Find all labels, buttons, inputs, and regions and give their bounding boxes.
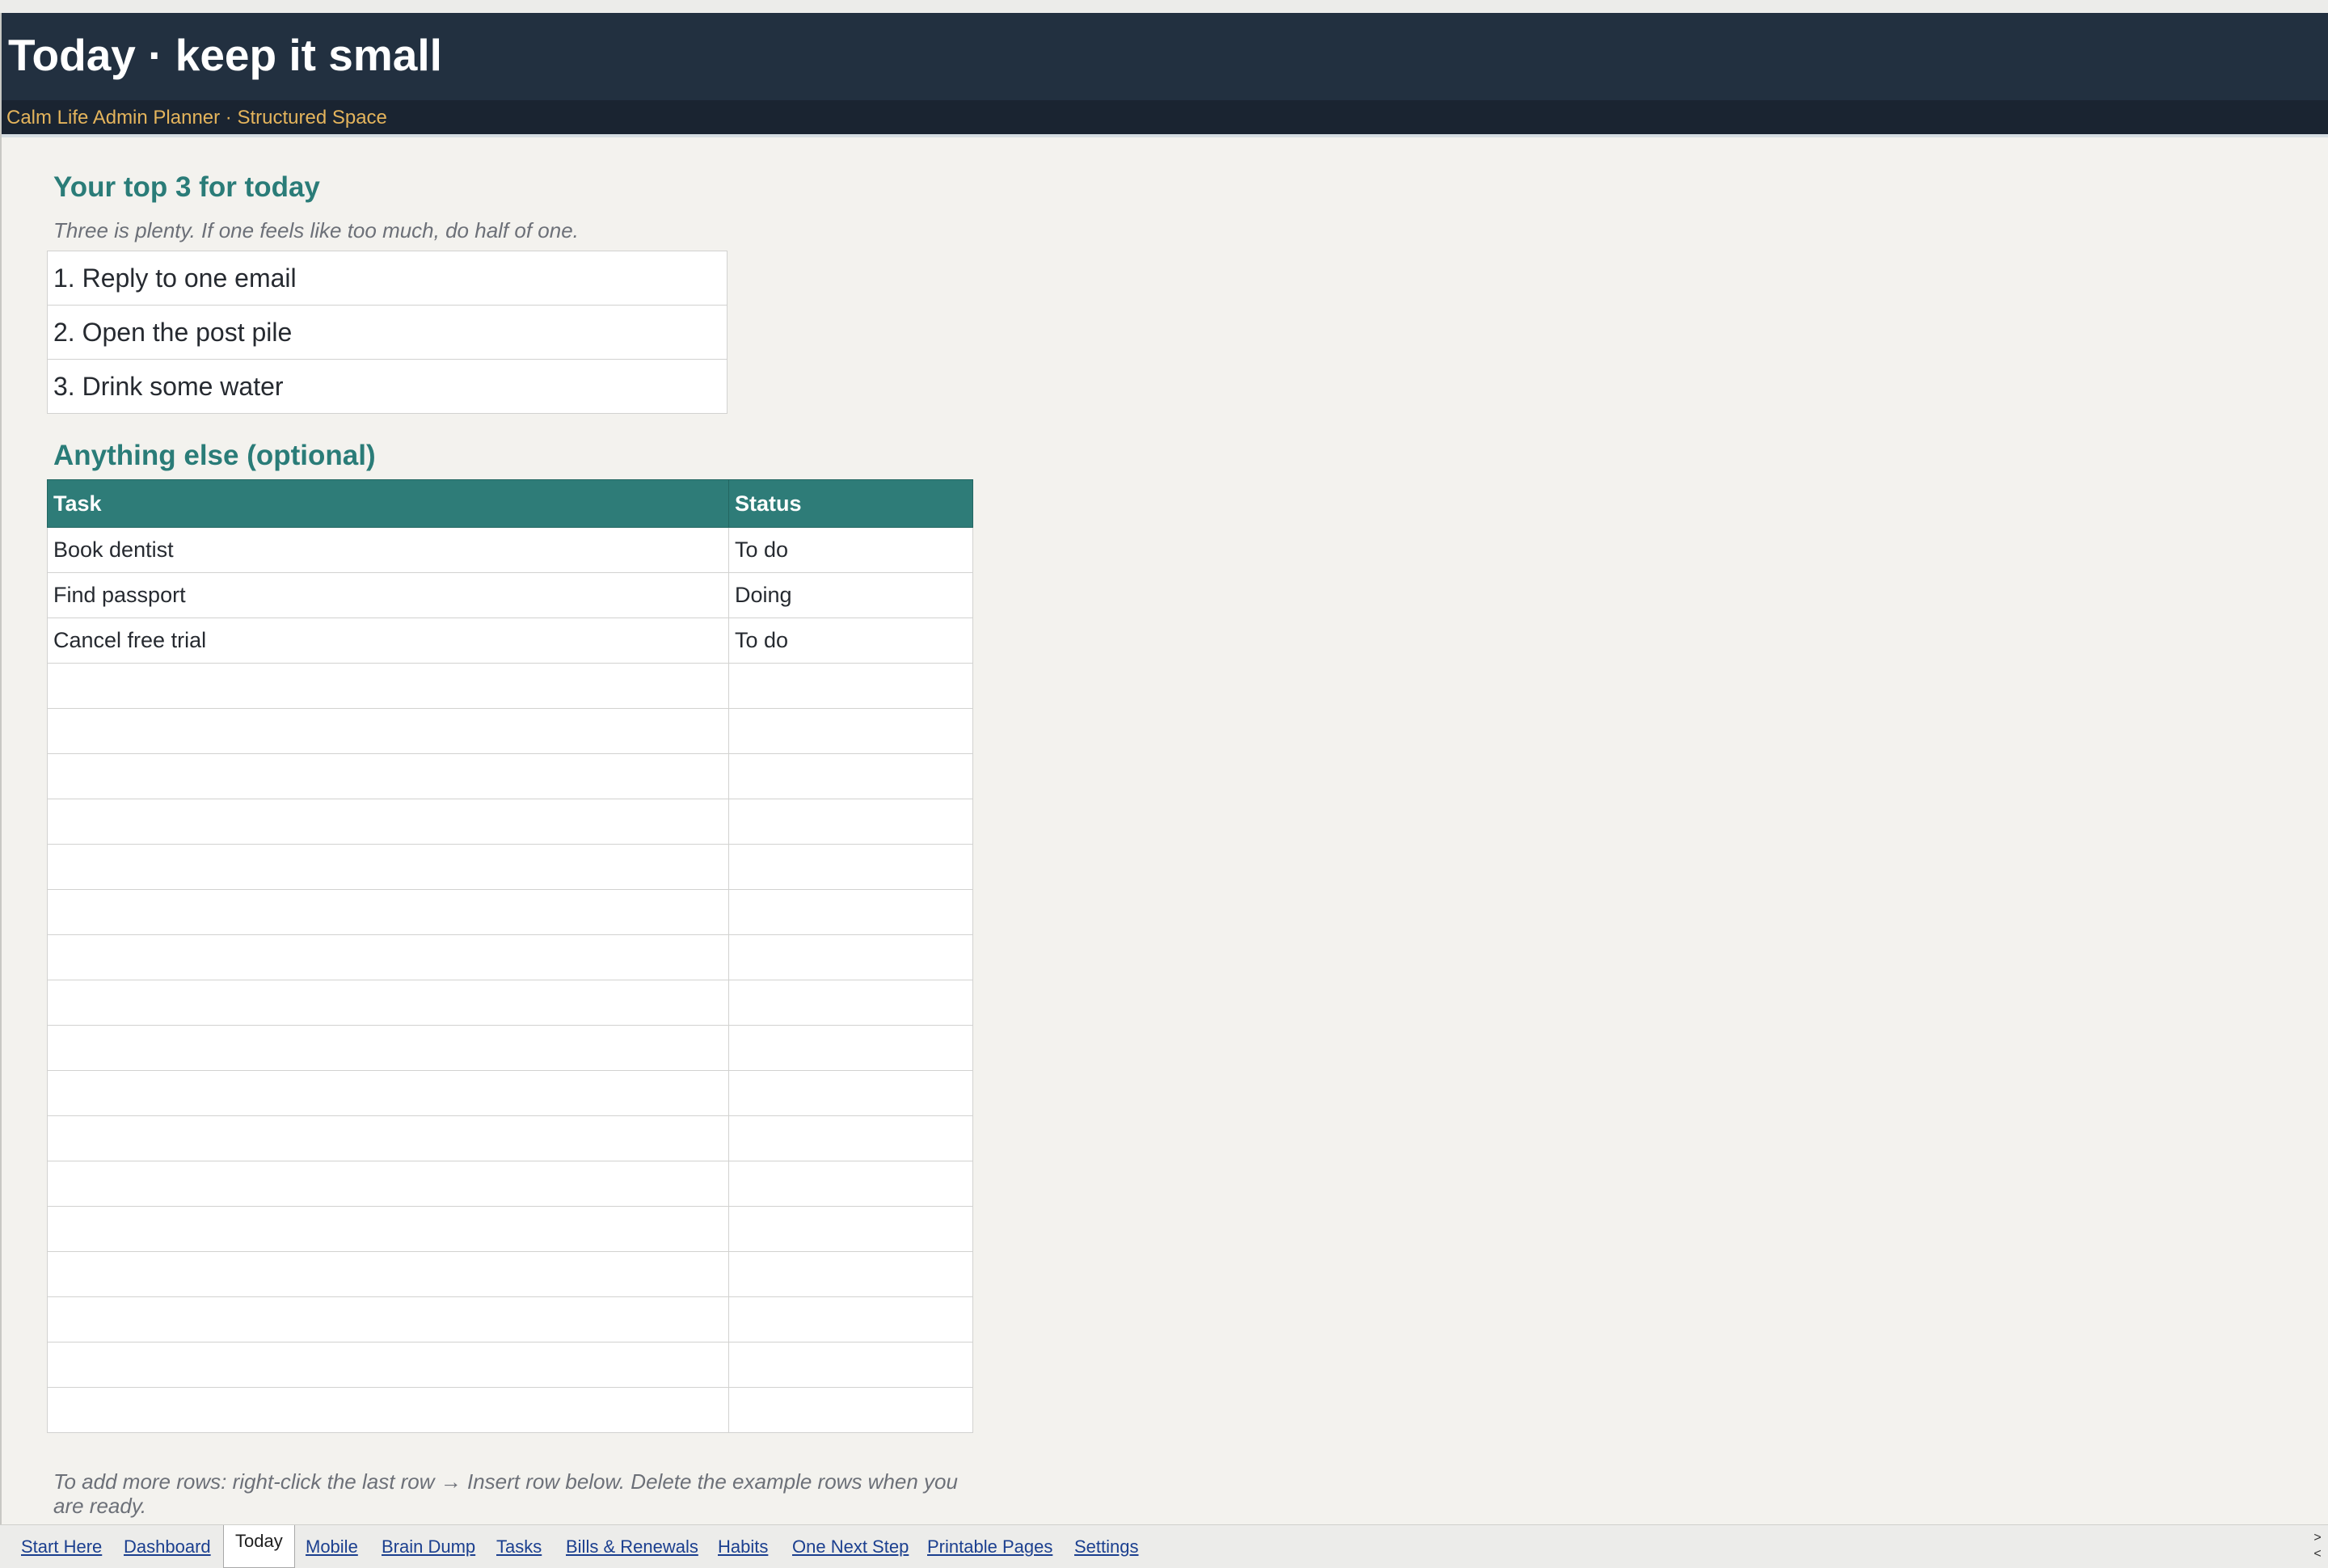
table-row[interactable] bbox=[47, 1251, 973, 1297]
task-cell[interactable]: Book dentist bbox=[47, 527, 729, 573]
status-cell[interactable] bbox=[728, 799, 973, 845]
table-row[interactable] bbox=[47, 1296, 973, 1342]
column-header-status[interactable]: Status bbox=[728, 479, 973, 528]
table-row[interactable] bbox=[47, 980, 973, 1026]
task-cell[interactable] bbox=[47, 889, 729, 935]
table-row[interactable] bbox=[47, 663, 973, 709]
tab-brain-dump[interactable]: Brain Dump bbox=[382, 1536, 475, 1557]
table-row[interactable] bbox=[47, 934, 973, 980]
status-cell[interactable] bbox=[728, 1161, 973, 1207]
status-cell[interactable] bbox=[728, 663, 973, 709]
tab-mobile[interactable]: Mobile bbox=[306, 1536, 358, 1557]
task-cell[interactable] bbox=[47, 753, 729, 799]
table-row[interactable] bbox=[47, 799, 973, 845]
status-cell[interactable] bbox=[728, 1342, 973, 1388]
task-cell[interactable] bbox=[47, 1296, 729, 1342]
tab-one-next-step[interactable]: One Next Step bbox=[792, 1536, 909, 1557]
status-cell[interactable]: To do bbox=[728, 527, 973, 573]
top3-list: 1. Reply to one email 2. Open the post p… bbox=[47, 251, 728, 414]
status-cell[interactable] bbox=[728, 934, 973, 980]
table-row[interactable]: Find passport Doing bbox=[47, 572, 973, 618]
table-row[interactable] bbox=[47, 1206, 973, 1252]
table-row[interactable] bbox=[47, 753, 973, 799]
table-row[interactable] bbox=[47, 1115, 973, 1161]
scroll-right-icon[interactable]: > bbox=[2312, 1530, 2323, 1546]
column-header-task[interactable]: Task bbox=[47, 479, 729, 528]
table-row[interactable] bbox=[47, 1342, 973, 1388]
top3-row[interactable]: 1. Reply to one email bbox=[47, 251, 728, 306]
status-cell[interactable]: To do bbox=[728, 618, 973, 664]
top3-row[interactable]: 3. Drink some water bbox=[47, 359, 728, 414]
sheet-tab-bar: > < Start Here Dashboard Today Mobile Brain … bbox=[0, 1524, 2328, 1568]
table-row[interactable] bbox=[47, 844, 973, 890]
tab-start-here[interactable]: Start Here bbox=[21, 1536, 102, 1557]
task-cell[interactable] bbox=[47, 1387, 729, 1433]
tab-dashboard[interactable]: Dashboard bbox=[124, 1536, 211, 1557]
toolbar-strip bbox=[0, 0, 2328, 14]
status-cell[interactable] bbox=[728, 1206, 973, 1252]
task-cell[interactable] bbox=[47, 844, 729, 890]
task-cell[interactable] bbox=[47, 1206, 729, 1252]
task-cell[interactable] bbox=[47, 1161, 729, 1207]
status-cell[interactable] bbox=[728, 889, 973, 935]
task-cell[interactable]: Cancel free trial bbox=[47, 618, 729, 664]
status-cell[interactable] bbox=[728, 1296, 973, 1342]
subtitle-banner: Calm Life Admin Planner · Structured Spa… bbox=[2, 100, 2328, 134]
task-cell[interactable] bbox=[47, 1115, 729, 1161]
tab-habits[interactable]: Habits bbox=[718, 1536, 768, 1557]
tab-today[interactable]: Today bbox=[223, 1525, 295, 1568]
table-header-row: Task Status bbox=[47, 479, 973, 528]
tab-scroll-arrows[interactable]: > < bbox=[2312, 1530, 2323, 1562]
optional-tasks-table: Task Status Book dentist To do Find passpo… bbox=[47, 479, 973, 1433]
task-cell[interactable] bbox=[47, 1070, 729, 1116]
status-cell[interactable]: Doing bbox=[728, 572, 973, 618]
tab-bills-renewals[interactable]: Bills & Renewals bbox=[566, 1536, 698, 1557]
status-cell[interactable] bbox=[728, 753, 973, 799]
task-cell[interactable] bbox=[47, 1025, 729, 1071]
status-cell[interactable] bbox=[728, 980, 973, 1026]
table-row[interactable] bbox=[47, 1387, 973, 1433]
status-cell[interactable] bbox=[728, 1115, 973, 1161]
page-title: Today · keep it small bbox=[8, 30, 442, 80]
table-row[interactable]: Book dentist To do bbox=[47, 527, 973, 573]
task-cell[interactable]: Find passport bbox=[47, 572, 729, 618]
top3-item-cell[interactable]: 2. Open the post pile bbox=[47, 305, 728, 360]
task-cell[interactable] bbox=[47, 1342, 729, 1388]
task-cell[interactable] bbox=[47, 708, 729, 754]
top3-heading: Your top 3 for today bbox=[53, 171, 320, 203]
scroll-left-icon[interactable]: < bbox=[2312, 1546, 2323, 1562]
row-header-edge bbox=[0, 13, 2, 1524]
status-cell[interactable] bbox=[728, 708, 973, 754]
task-cell[interactable] bbox=[47, 663, 729, 709]
table-row[interactable] bbox=[47, 708, 973, 754]
top3-row[interactable]: 2. Open the post pile bbox=[47, 305, 728, 360]
task-cell[interactable] bbox=[47, 934, 729, 980]
table-row[interactable] bbox=[47, 1070, 973, 1116]
spreadsheet-window: Today · keep it small Calm Life Admin Pl… bbox=[0, 0, 2328, 1568]
task-cell[interactable] bbox=[47, 1251, 729, 1297]
status-cell[interactable] bbox=[728, 1387, 973, 1433]
table-row[interactable] bbox=[47, 889, 973, 935]
table-row[interactable]: Cancel free trial To do bbox=[47, 618, 973, 664]
status-cell[interactable] bbox=[728, 1025, 973, 1071]
title-banner: Today · keep it small bbox=[2, 13, 2328, 100]
optional-heading: Anything else (optional) bbox=[53, 440, 376, 471]
tab-printable-pages[interactable]: Printable Pages bbox=[927, 1536, 1052, 1557]
top3-hint: Three is plenty. If one feels like too m… bbox=[53, 218, 579, 242]
task-cell[interactable] bbox=[47, 980, 729, 1026]
top3-item-cell[interactable]: 1. Reply to one email bbox=[47, 251, 728, 306]
status-cell[interactable] bbox=[728, 1070, 973, 1116]
page-subtitle: Calm Life Admin Planner · Structured Spa… bbox=[6, 107, 387, 129]
task-cell[interactable] bbox=[47, 799, 729, 845]
top3-item-cell[interactable]: 3. Drink some water bbox=[47, 359, 728, 414]
add-rows-note: To add more rows: right-click the last r… bbox=[53, 1469, 958, 1518]
status-cell[interactable] bbox=[728, 1251, 973, 1297]
banner-divider bbox=[2, 134, 2328, 137]
table-row[interactable] bbox=[47, 1161, 973, 1207]
tab-tasks[interactable]: Tasks bbox=[496, 1536, 542, 1557]
status-cell[interactable] bbox=[728, 844, 973, 890]
tab-settings[interactable]: Settings bbox=[1074, 1536, 1139, 1557]
table-row[interactable] bbox=[47, 1025, 973, 1071]
